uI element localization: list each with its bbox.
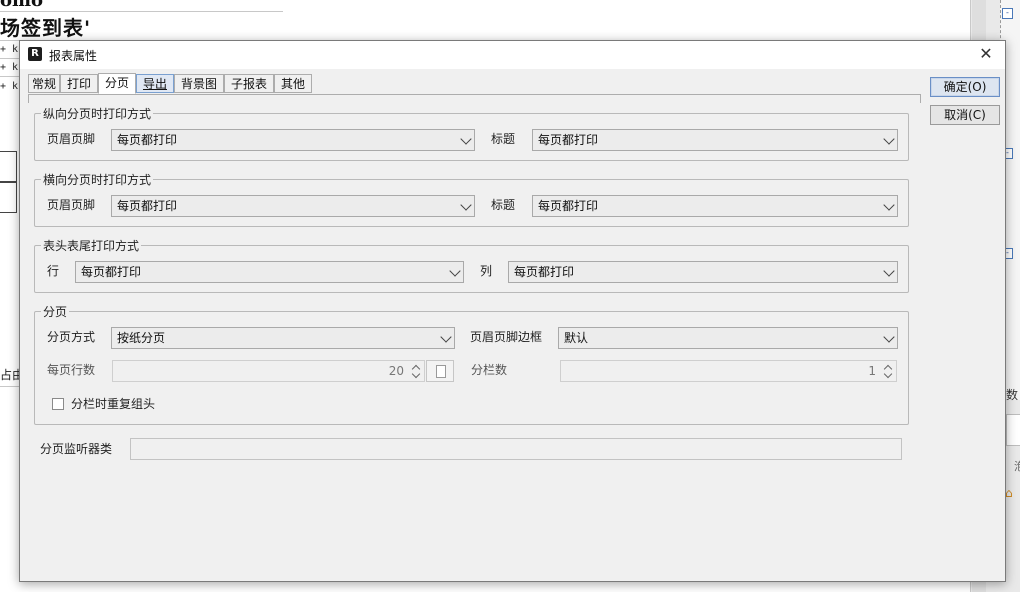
select-value: 每页都打印 (117, 133, 178, 147)
repeat-group-header-label: 分栏时重复组头 (71, 397, 156, 411)
divider (0, 11, 283, 12)
paging-listener-input[interactable] (130, 438, 902, 460)
title-label: 标题 (491, 198, 516, 212)
vertical-header-footer-select[interactable]: 每页都打印 (111, 129, 475, 151)
tab-subreport[interactable]: 子报表 (224, 74, 274, 93)
report-row[interactable]: + k (0, 81, 18, 92)
tab-label: 导出 (142, 77, 167, 91)
chevron-down-icon (883, 133, 895, 145)
header-footer-border-select[interactable]: 默认 (558, 327, 898, 349)
report-row[interactable]: + k (0, 44, 18, 55)
select-value: 按纸分页 (117, 331, 166, 345)
header-footer-label: 页眉页脚 (47, 132, 96, 146)
column-count-spinner[interactable]: 1 (560, 360, 897, 382)
vertical-paging-group: 纵向分页时打印方式 页眉页脚 每页都打印 标题 每页都打印 (34, 105, 909, 161)
panel-label: 泡 (1014, 460, 1020, 473)
report-app-icon: R (28, 47, 42, 61)
tab-label: 分页 (104, 76, 129, 90)
tab-general[interactable]: 常规 (28, 74, 60, 93)
tab-background-image[interactable]: 背景图 (174, 74, 224, 93)
paging-listener-label: 分页监听器类 (40, 442, 113, 456)
head-tail-group: 表头表尾打印方式 行 每页都打印 列 每页都打印 (34, 237, 909, 293)
column-print-select[interactable]: 每页都打印 (508, 261, 898, 283)
select-value: 默认 (564, 331, 589, 345)
row-print-select[interactable]: 每页都打印 (75, 261, 464, 283)
spinner-arrows-icon[interactable] (411, 363, 421, 379)
horizontal-header-footer-select[interactable]: 每页都打印 (111, 195, 475, 217)
row-label: 行 (47, 264, 60, 278)
group-legend: 分页 (41, 303, 70, 320)
vertical-title-select[interactable]: 每页都打印 (532, 129, 898, 151)
tab-print[interactable]: 打印 (60, 74, 98, 93)
spinner-value: 1 (868, 364, 876, 378)
tab-label: 子报表 (230, 77, 267, 91)
close-button[interactable]: ✕ (975, 43, 997, 65)
report-row[interactable]: + k (0, 62, 18, 73)
report-title: 场签到表' (0, 16, 92, 40)
spinner-value: 20 (388, 364, 404, 378)
spinner-arrows-icon[interactable] (883, 363, 893, 379)
table-cell (0, 151, 17, 183)
select-value: 每页都打印 (514, 265, 575, 279)
horizontal-paging-group: 横向分页时打印方式 页眉页脚 每页都打印 标题 每页都打印 (34, 171, 909, 227)
chevron-down-icon (449, 265, 461, 277)
document-icon (436, 365, 446, 378)
chevron-down-icon (460, 199, 472, 211)
tab-other[interactable]: 其他 (274, 74, 312, 93)
header-footer-label: 页眉页脚 (47, 198, 96, 212)
group-legend: 表头表尾打印方式 (41, 237, 142, 254)
cancel-button[interactable]: 取消(C) (930, 105, 1000, 125)
home-icon[interactable]: ⌂ (1005, 486, 1013, 500)
tree-expand-icon[interactable]: - (1002, 8, 1013, 19)
paging-mode-label: 分页方式 (47, 330, 96, 344)
report-properties-dialog: R 报表属性 ✕ 常规 打印 分页 导出 背景图 子报表 其他 确定(O) 取消… (19, 40, 1006, 582)
group-legend: 横向分页时打印方式 (41, 171, 154, 188)
chevron-down-icon (883, 265, 895, 277)
ok-button[interactable]: 确定(O) (930, 77, 1000, 97)
tab-label: 背景图 (180, 77, 217, 91)
select-value: 每页都打印 (81, 265, 142, 279)
select-value: 每页都打印 (538, 133, 599, 147)
group-legend: 纵向分页时打印方式 (41, 105, 154, 122)
report-title-fragment: omo (0, 0, 44, 11)
rows-per-page-label: 每页行数 (47, 363, 96, 377)
tab-label: 常规 (31, 77, 56, 91)
panel-label: 数 (1006, 388, 1019, 402)
paging-group: 分页 分页方式 按纸分页 页眉页脚边框 默认 每页行数 20 分栏数 1 分栏时… (34, 303, 909, 425)
paging-mode-select[interactable]: 按纸分页 (111, 327, 455, 349)
column-label: 列 (480, 264, 493, 278)
table-cell (0, 181, 17, 213)
select-value: 每页都打印 (538, 199, 599, 213)
title-label: 标题 (491, 132, 516, 146)
rows-per-page-spinner[interactable]: 20 (112, 360, 425, 382)
select-value: 每页都打印 (117, 199, 178, 213)
tab-panel (28, 94, 921, 103)
dialog-titlebar[interactable]: R 报表属性 ✕ (20, 41, 1005, 69)
chevron-down-icon (440, 331, 452, 343)
dialog-title: 报表属性 (49, 49, 98, 63)
horizontal-title-select[interactable]: 每页都打印 (532, 195, 898, 217)
tab-export[interactable]: 导出 (136, 74, 174, 93)
tab-label: 打印 (66, 77, 91, 91)
column-count-label: 分栏数 (471, 363, 508, 377)
tab-label: 其他 (280, 77, 305, 91)
chevron-down-icon (883, 331, 895, 343)
rows-per-page-picker-button[interactable] (426, 360, 454, 382)
repeat-group-header-checkbox[interactable] (52, 398, 64, 410)
header-footer-border-label: 页眉页脚边框 (470, 330, 543, 344)
tab-paging[interactable]: 分页 (98, 73, 136, 94)
chevron-down-icon (460, 133, 472, 145)
panel-box (1006, 414, 1020, 446)
chevron-down-icon (883, 199, 895, 211)
